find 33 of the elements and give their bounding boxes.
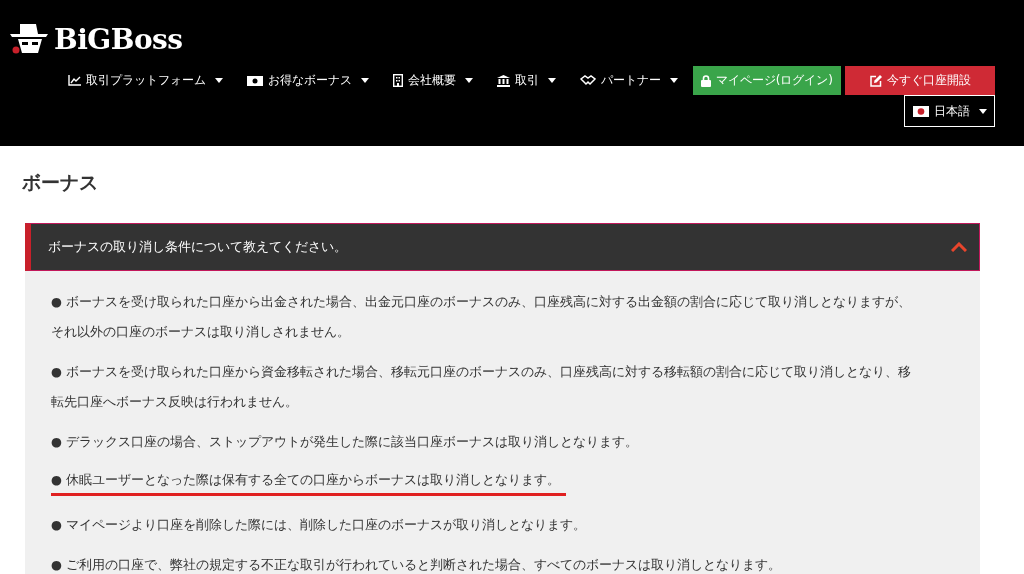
- caret-icon: [360, 78, 369, 83]
- nav-link[interactable]: パートナー: [579, 72, 678, 89]
- lock-icon: [700, 74, 711, 87]
- logo-icon: [10, 22, 50, 56]
- building-icon: [392, 74, 403, 87]
- chart-icon: [67, 75, 81, 86]
- caret-icon: [547, 78, 556, 83]
- caret-icon: [464, 78, 473, 83]
- flag-icon: [912, 105, 929, 117]
- logo-text[interactable]: BiGBoss: [54, 22, 183, 56]
- faq-question[interactable]: ボーナスの取り消し条件について教えてください。: [25, 223, 980, 271]
- answer-item: ● ボーナスを受け取られた口座から出金された場合、出金元口座のボーナスのみ、口座残高に対する出金額の割合に応じて取り消しとなりますが、それ以外の口座のボーナスは取り消しされません。: [51, 293, 912, 341]
- question-text: ボーナスの取り消し条件について教えてください。: [48, 238, 347, 256]
- caret-icon: [978, 108, 987, 114]
- answer-item: ● 休眠ユーザーとなった際は保有する全ての口座からボーナスは取り消しとなります。: [51, 467, 566, 496]
- open-account-button[interactable]: 今すぐ口座開設: [845, 66, 995, 95]
- banknote-icon: [246, 75, 263, 86]
- caret-icon: [214, 78, 223, 83]
- nav-link[interactable]: お得なボーナス: [246, 72, 369, 89]
- page-title: ボーナス: [22, 170, 99, 195]
- bank-icon: [496, 74, 510, 87]
- chevron-icon[interactable]: [951, 242, 967, 252]
- edit-icon: [869, 74, 882, 87]
- answer-item: ● デラックス口座の場合、ストップアウトが発生した際に該当口座ボーナスは取り消しとなります。: [51, 433, 639, 451]
- answer-item: ● ご利用の口座で、弊社の規定する不正な取引が行われていると判断された場合、すべてのボーナスは取り消しとなります。: [51, 556, 782, 574]
- handshake-icon: [579, 75, 596, 86]
- caret-icon: [669, 78, 678, 83]
- answer-item: ● マイページより口座を削除した際には、削除した口座のボーナスが取り消しとなります。: [51, 516, 587, 534]
- nav-link[interactable]: 取引: [496, 72, 556, 89]
- nav-link[interactable]: 会社概要: [392, 72, 473, 89]
- language-button[interactable]: 日本語: [904, 95, 995, 127]
- nav-link[interactable]: 取引プラットフォーム: [67, 72, 223, 89]
- answer-item: ● ボーナスを受け取られた口座から資金移転された場合、移転元口座のボーナスのみ、口座残高に対する移転額の割合に応じて取り消しとなり、移転先口座へボーナス反映は行われません。: [51, 363, 912, 411]
